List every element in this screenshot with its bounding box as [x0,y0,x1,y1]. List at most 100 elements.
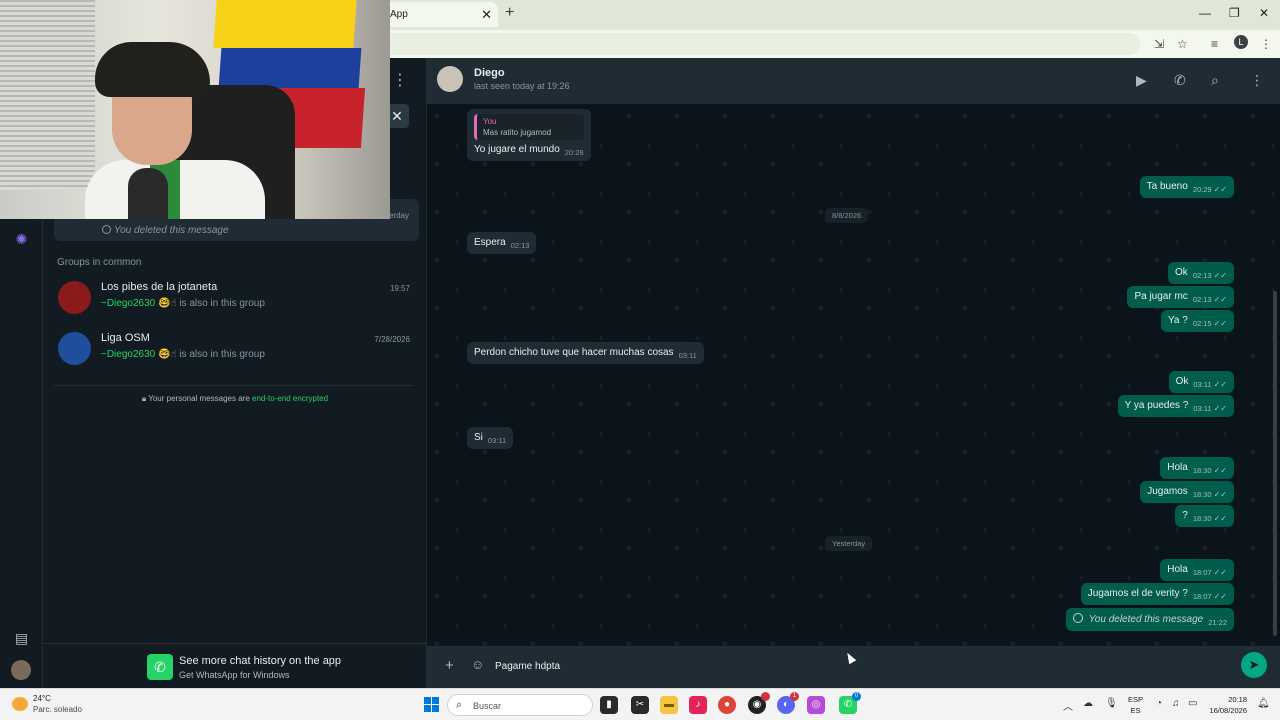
new-tab-button[interactable]: + [505,4,514,22]
message-time: 03:11 [678,351,697,360]
volume-icon[interactable]: ♫ [1172,698,1180,709]
deleted-icon [102,225,111,234]
tray-chevron-icon[interactable]: ︿ [1063,698,1073,713]
group-subtitle: ~Diego2630 🤓☝ is also in this group [101,349,265,360]
message-text: You deleted this message [1088,614,1204,625]
message-bubble[interactable]: Espera 02:13 [467,232,537,254]
message-bubble[interactable]: Ya ? 02:15 ✓✓ [1160,310,1234,332]
chrome-icon[interactable]: ● [718,696,736,714]
screen: App ✕ + — ❐ ✕ ⇲ ☆ ≡ ⋮ L ✺ ▤ ⋮ ✕ erday Yo… [0,0,1280,720]
capcut-icon[interactable]: ✂ [631,696,649,714]
message-time: 18:30 [1192,490,1212,499]
message-bubble[interactable]: Ok 03:11 ✓✓ [1168,371,1234,393]
meta-ai-icon[interactable]: ✺ [13,231,30,248]
browser-tab[interactable]: App ✕ [380,2,498,27]
file-explorer-icon[interactable]: ▬ [660,696,678,714]
message-text: Pa jugar mc [1134,291,1188,302]
message-time: 02:13 [1192,271,1212,280]
steam-icon[interactable]: ◉ [748,692,770,714]
address-bar-row: ⇲ ☆ ≡ ⋮ [380,30,1280,58]
message-text: Ok [1175,267,1188,278]
media-gallery-icon[interactable]: ▤ [13,630,30,647]
member-emoji: 🤓☝ [158,298,177,309]
group-member: ~Diego2630 [101,298,156,309]
whatsapp-taskbar-icon[interactable]: ✆ 0 [839,692,861,714]
message-time: 02:13 [510,241,530,250]
message-bubble[interactable]: Y ya puedes ? 03:11 ✓✓ [1117,395,1234,417]
reading-list-icon[interactable]: ≡ [1211,37,1218,51]
message-bubble[interactable]: Perdon chicho tuve que hacer muchas cosa… [467,342,704,364]
message-bubble[interactable]: ? 18:30 ✓✓ [1175,505,1234,527]
phone-icon[interactable]: ✆ [1174,72,1186,89]
attach-plus-icon[interactable]: + [445,657,454,674]
message-bubble[interactable]: Si 03:11 [467,427,514,449]
notification-bell-icon[interactable]: 🔔︎ [1257,698,1270,709]
language-indicator[interactable]: ESP ES [1128,694,1143,716]
task-view-icon[interactable]: ▮ [600,696,618,714]
quoted-message[interactable]: You Mas ratito jugamod [474,114,584,140]
send-icon[interactable]: ➤ [1241,652,1267,678]
microphone-icon[interactable]: 🎙︎ [1105,698,1118,709]
message-bubble[interactable]: Pa jugar mc 02:13 ✓✓ [1127,286,1234,308]
windows-start-icon[interactable] [424,697,440,713]
close-window-button[interactable]: ✕ [1259,6,1269,20]
message-bubble[interactable]: Hola 18:07 ✓✓ [1160,559,1234,581]
message-bubble[interactable]: Jugamos 18:30 ✓✓ [1140,481,1234,503]
encryption-link[interactable]: end-to-end encrypted [252,394,328,403]
tab-close-icon[interactable]: ✕ [481,7,492,23]
install-app-icon[interactable]: ⇲ [1154,37,1164,51]
group-member: ~Diego2630 [101,349,156,360]
message-bubble[interactable]: You Mas ratito jugamod Yo jugare el mund… [467,109,591,161]
menu-icon[interactable]: ⋮ [1250,72,1264,89]
taskbar: 24°C Parc. soleado ⌕ Buscar ▮ ✂ ▬ ♪ ● ◉ … [0,688,1280,720]
chat-preview-deleted: You deleted this message [102,225,229,236]
message-time: 20:29 [1192,185,1212,194]
taskbar-search[interactable]: ⌕ Buscar [447,694,593,716]
wifi-icon[interactable]: ◔ [1156,698,1162,709]
group-suffix: is also in this group [179,349,265,360]
message-bubble[interactable]: Ok 02:13 ✓✓ [1168,262,1234,284]
onedrive-icon[interactable]: ☁ [1083,698,1093,709]
instagram-icon[interactable]: ◎ [807,696,825,714]
message-input[interactable] [487,653,1232,679]
message-text: Jugamos [1147,486,1188,497]
chat-header[interactable]: Diego last seen today at 19:26 ▶ ✆ ⌕ ⋮ [427,58,1280,104]
minimize-button[interactable]: — [1199,6,1211,20]
message-bubble[interactable]: Jugamos el de verity ? 18:07 ✓✓ [1080,583,1234,605]
flag-blue-stripe [218,48,362,88]
message-text: Y ya puedes ? [1124,400,1189,411]
weather-temperature: 24°C [33,694,51,703]
group-item[interactable]: Liga OSM 7/28/2026 ~Diego2630 🤓☝ is also… [53,330,423,378]
discord-icon[interactable]: ◐ 1 [777,692,799,714]
maximize-button[interactable]: ❐ [1229,6,1240,20]
promo-title: See more chat history on the app [179,655,342,667]
video-icon[interactable]: ▶ [1136,72,1147,89]
keyboard-layout: ES [1130,706,1141,715]
panel-menu-icon[interactable]: ⋮ [392,70,408,90]
contact-avatar[interactable] [437,66,463,92]
message-bubble-deleted[interactable]: You deleted this message 21:22 [1065,608,1234,631]
battery-icon[interactable]: ▭ [1188,698,1197,709]
system-clock[interactable]: 20:18 16/08/2026 [1207,694,1247,716]
emoji-icon[interactable]: ☺ [471,657,484,672]
bookmark-star-icon[interactable]: ☆ [1177,37,1188,51]
tiktok-icon[interactable]: ♪ [689,696,707,714]
chat-preview-text: You deleted this message [114,225,229,236]
my-profile-avatar[interactable] [11,660,31,680]
group-item[interactable]: Los pibes de la jotaneta 19:57 ~Diego263… [53,279,423,327]
search-icon[interactable]: ⌕ [1211,72,1219,89]
message-bubble[interactable]: Ta bueno 20:29 ✓✓ [1139,176,1234,198]
browser-menu-icon[interactable]: ⋮ [1260,37,1272,51]
chat-scrollbar[interactable] [1273,291,1277,636]
weather-icon[interactable] [12,697,28,711]
group-time: 19:57 [389,284,410,293]
message-text: Perdon chicho tuve que hacer muchas cosa… [474,347,674,358]
read-ticks-icon: ✓✓ [1213,185,1227,194]
app-promo[interactable]: ✆ See more chat history on the app Get W… [43,643,427,688]
message-bubble[interactable]: Hola 18:30 ✓✓ [1160,457,1234,479]
profile-avatar[interactable]: L [1234,35,1248,49]
message-text: Espera [474,237,506,248]
start-tile [424,697,431,704]
address-bar[interactable] [380,33,1140,55]
contact-name: Diego [474,67,505,79]
